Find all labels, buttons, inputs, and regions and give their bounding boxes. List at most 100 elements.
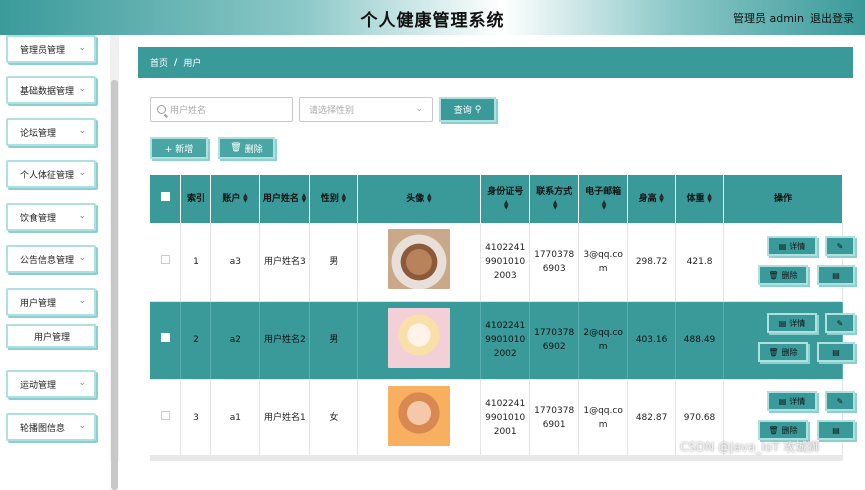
detail-button[interactable]: ▤ 详情 <box>767 391 817 411</box>
sidebar: 管理员管理 ⌄ 基础数据管理 ⌄ 论坛管理 ⌄ 个人体征管理 ⌄ 饮食管理 ⌄ 公告信息管… <box>0 35 110 461</box>
sidebar-scrollbar[interactable] <box>110 35 119 490</box>
row-select-cell[interactable] <box>150 379 182 458</box>
sidebar-item-exercise[interactable]: 运动管理 ⌄ <box>6 370 96 398</box>
detail-label: 详情 <box>789 318 806 328</box>
sidebar-item-base-data[interactable]: 基础数据管理 ⌄ <box>6 76 96 104</box>
table-row: 1 a3 用户姓名3 男 410224199010102003 17703786… <box>150 223 843 302</box>
horizontal-scrollbar[interactable] <box>150 455 843 461</box>
row-delete-button[interactable]: 🗑 删除 <box>758 342 808 362</box>
search-icon: ⚲ <box>474 104 482 115</box>
logout-link[interactable]: 退出登录 <box>810 10 854 26</box>
more-button[interactable]: ▤ <box>817 342 855 362</box>
col-index: 索引 <box>180 175 212 223</box>
delete-label: 删除 <box>781 347 798 357</box>
edit-button[interactable]: ✎ <box>825 236 855 256</box>
sort-icon: ▲ ▼ <box>341 192 347 204</box>
sort-icon: ▲ ▼ <box>707 192 712 204</box>
cell-avatar <box>357 301 482 380</box>
trash-icon: 🗑 <box>768 270 779 280</box>
row-select-cell[interactable] <box>150 223 182 302</box>
add-button[interactable]: + 新增 <box>150 137 208 159</box>
row-checkbox[interactable] <box>160 254 170 264</box>
select-placeholder: 请选择性别 <box>309 106 355 116</box>
select-all-checkbox[interactable] <box>160 192 170 201</box>
avatar <box>388 385 451 446</box>
col-gender[interactable]: 性别 ▲ ▼ <box>309 175 359 223</box>
gender-select[interactable]: 请选择性别 ⌄ <box>299 97 433 122</box>
select-all-cell[interactable] <box>150 175 182 223</box>
table-header: 索引 账户 ▲ ▼ 用户姓名 ▲ ▼ 性别 ▲ ▼ 头像 ▲ ▼ 身份证号▲ ▼ 联系方式▲ ▼ 电… <box>150 175 843 223</box>
more-button[interactable]: ▤ <box>817 265 855 285</box>
sidebar-item-label: 公告信息管理 <box>20 255 75 266</box>
search-input[interactable]: 用户姓名 <box>150 97 293 122</box>
chevron-down-icon: ⌄ <box>78 168 86 178</box>
sidebar-item-users[interactable]: 用户管理 ⌄ <box>6 288 96 316</box>
sidebar-subitem-users[interactable]: 用户管理 <box>6 324 96 348</box>
cell-gender: 女 <box>309 379 359 458</box>
cell-name: 用户姓名3 <box>259 223 311 302</box>
col-label: 身高 <box>638 193 657 204</box>
edit-button[interactable]: ✎ <box>825 391 855 411</box>
avatar <box>388 229 451 290</box>
delete-button[interactable]: 🗑 删除 <box>218 137 275 159</box>
col-avatar[interactable]: 头像 ▲ ▼ <box>357 175 482 223</box>
row-checkbox[interactable] <box>160 411 170 420</box>
col-weight[interactable]: 体重 ▲ ▼ <box>675 175 725 223</box>
sidebar-item-notice[interactable]: 公告信息管理 ⌄ <box>6 245 96 273</box>
delete-label: 删除 <box>244 144 263 155</box>
sidebar-item-diet[interactable]: 饮食管理 ⌄ <box>6 203 96 231</box>
cell-phone: 17703786901 <box>529 379 580 458</box>
chevron-down-icon: ⌄ <box>78 211 86 221</box>
breadcrumb-home[interactable]: 首页 <box>150 56 168 69</box>
sort-icon: ▲ ▼ <box>552 198 558 211</box>
scrollbar-thumb[interactable] <box>111 80 118 490</box>
sidebar-item-label: 个人体征管理 <box>20 170 75 181</box>
detail-button[interactable]: ▤ 详情 <box>767 236 817 256</box>
chevron-down-icon: ⌄ <box>78 84 86 94</box>
document-icon: ▤ <box>832 347 840 357</box>
cell-account: a3 <box>210 223 261 302</box>
detail-icon: ▤ <box>778 318 787 328</box>
top-bar: 个人健康管理系统 管理员 admin 退出登录 <box>0 0 865 35</box>
detail-button[interactable]: ▤ 详情 <box>767 313 817 333</box>
col-label: 头像 <box>406 193 425 204</box>
cell-height: 298.72 <box>627 223 677 302</box>
sidebar-item-carousel[interactable]: 轮播图信息 ⌄ <box>6 413 96 441</box>
row-delete-button[interactable]: 🗑 删除 <box>758 265 808 285</box>
edit-button[interactable]: ✎ <box>825 313 855 333</box>
col-label: 联系方式 <box>536 187 573 197</box>
sidebar-item-forum[interactable]: 论坛管理 ⌄ <box>6 118 96 146</box>
row-checkbox[interactable] <box>160 333 170 342</box>
sort-icon: ▲ ▼ <box>659 192 664 204</box>
col-label: 性别 <box>320 193 339 204</box>
sidebar-item-body-signs[interactable]: 个人体征管理 ⌄ <box>6 160 96 188</box>
chevron-down-icon: ⌄ <box>415 104 423 114</box>
row-select-cell[interactable] <box>150 301 182 380</box>
sort-icon: ▲ ▼ <box>503 198 509 211</box>
col-idcard[interactable]: 身份证号▲ ▼ <box>480 175 531 223</box>
cell-avatar <box>357 379 482 458</box>
col-label: 身份证号 <box>487 187 524 197</box>
edit-icon: ✎ <box>836 396 844 406</box>
delete-label: 删除 <box>781 425 798 435</box>
cell-idcard: 410224199010102001 <box>480 379 531 458</box>
col-phone[interactable]: 联系方式▲ ▼ <box>529 175 580 223</box>
sidebar-item-admin[interactable]: 管理员管理 ⌄ <box>6 35 96 63</box>
cell-gender: 男 <box>309 301 359 380</box>
col-account[interactable]: 账户 ▲ ▼ <box>210 175 261 223</box>
chevron-down-icon: ⌄ <box>78 253 86 263</box>
query-button[interactable]: 查询 ⚲ <box>439 97 496 122</box>
col-name[interactable]: 用户姓名 ▲ ▼ <box>259 175 311 223</box>
sidebar-item-label: 饮食管理 <box>20 213 57 224</box>
row-delete-button[interactable]: 🗑 删除 <box>758 420 808 440</box>
col-email[interactable]: 电子邮箱▲ ▼ <box>578 175 629 223</box>
user-table: 索引 账户 ▲ ▼ 用户姓名 ▲ ▼ 性别 ▲ ▼ 头像 ▲ ▼ 身份证号▲ ▼ 联系方式▲ ▼ 电… <box>150 175 843 461</box>
cell-weight: 488.49 <box>675 301 725 380</box>
sidebar-item-label: 管理员管理 <box>20 45 66 56</box>
cell-email: 1@qq.com <box>578 379 629 458</box>
chevron-down-icon: ⌄ <box>78 126 86 136</box>
more-button[interactable]: ▤ <box>817 420 855 440</box>
col-height[interactable]: 身高 ▲ ▼ <box>627 175 677 223</box>
chevron-down-icon: ⌄ <box>78 378 86 388</box>
cell-index: 1 <box>180 223 212 302</box>
